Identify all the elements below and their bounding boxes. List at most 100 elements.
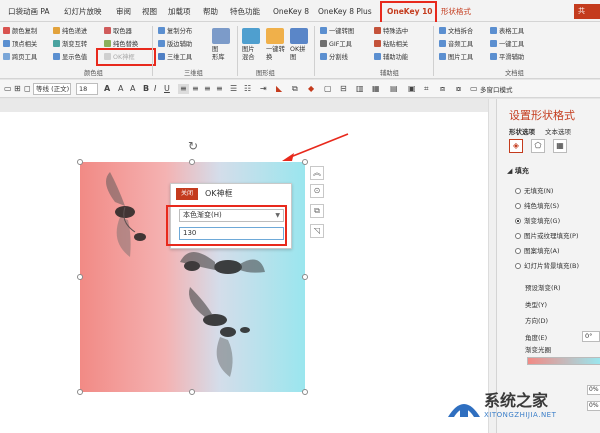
picture-icon[interactable]: ▤ [390, 84, 398, 94]
tab-shape-format[interactable]: 形状格式 [441, 5, 471, 19]
multi-window-mode-button[interactable]: 多窗口模式 [480, 84, 513, 94]
edge-assist-icon [158, 40, 165, 47]
resize-handle[interactable] [77, 274, 83, 280]
layout-icon[interactable]: ▭ [4, 84, 12, 94]
indent-icon[interactable]: ⇥ [260, 84, 267, 94]
font-grow-icon[interactable]: A [118, 84, 123, 94]
tab-text-options[interactable]: 文本选项 [545, 126, 571, 136]
underline-icon[interactable]: U [164, 84, 170, 94]
tab-slideshow[interactable]: 幻灯片放映 [64, 5, 102, 19]
solid-progress-button[interactable]: 纯色递进 [53, 26, 87, 37]
image-tools-button[interactable]: 图片工具 [439, 52, 473, 63]
resize-handle[interactable] [302, 274, 308, 280]
justify-icon[interactable]: ≡ [216, 84, 223, 94]
special-select-button[interactable]: 特殊选中 [374, 26, 408, 37]
numbering-icon[interactable]: ☷ [244, 84, 251, 94]
chart-icon[interactable]: ▥ [356, 84, 364, 94]
table-tools-button[interactable]: 表格工具 [490, 26, 524, 37]
size-properties-icon[interactable]: ▦ [553, 139, 567, 153]
window-icon[interactable]: ▭ [470, 84, 478, 94]
doc-split-merge-button[interactable]: 文档拆合 [439, 26, 473, 37]
shapes-icon[interactable]: ◻ [24, 84, 31, 94]
show-color-value-button[interactable]: 显示色值 [53, 52, 87, 63]
share-button[interactable]: 共 [574, 4, 600, 19]
resize-handle[interactable] [189, 389, 195, 395]
resize-handle[interactable] [77, 159, 83, 165]
audio-tools-button[interactable]: 音频工具 [439, 39, 473, 50]
order-icon[interactable]: ⧇ [456, 84, 461, 94]
radio-gradient-fill[interactable]: 渐变填充(G) [515, 215, 560, 225]
radio-solid-fill[interactable]: 纯色填充(S) [515, 200, 559, 210]
table-icon[interactable]: ⊟ [340, 84, 347, 94]
tab-featured[interactable]: 特色功能 [230, 5, 260, 19]
tab-addins[interactable]: 加载项 [168, 5, 191, 19]
image-blend-icon[interactable] [242, 28, 260, 44]
resize-handle[interactable] [77, 389, 83, 395]
layout-options-icon[interactable]: ⊙ [310, 184, 324, 198]
grid-icon[interactable]: ▦ [372, 84, 380, 94]
vertex-button[interactable]: 顶点相关 [3, 39, 37, 50]
shape-library-icon[interactable] [212, 28, 230, 44]
one-click-convert-icon[interactable] [266, 28, 284, 44]
tab-pocket-animation[interactable]: 口袋动画 PA [8, 5, 50, 19]
align-right-icon[interactable]: ≡ [204, 84, 211, 94]
italic-icon[interactable]: I [154, 84, 156, 94]
dialog-close-button[interactable]: 关闭 [176, 188, 198, 200]
tab-review[interactable]: 审阅 [116, 5, 131, 19]
font-family-select[interactable]: 等线 (正文) [33, 83, 71, 95]
tab-view[interactable]: 视图 [142, 5, 157, 19]
watermark-logo-icon [448, 404, 480, 417]
assist-functions-button[interactable]: 辅助功能 [374, 52, 408, 63]
tab-onekey8[interactable]: OneKey 8 [273, 5, 309, 19]
one-click-image-button[interactable]: 一键转图 [320, 26, 354, 37]
styles-icon[interactable]: ⧉ [310, 204, 324, 218]
edit-shape-icon[interactable]: ◹ [310, 224, 324, 238]
radio-no-fill[interactable]: 无填充(N) [515, 185, 553, 195]
copy-distribute-button[interactable]: 复制分布 [158, 26, 192, 37]
font-size-select[interactable]: 18 [76, 83, 98, 95]
font-color-icon[interactable]: A [104, 84, 110, 94]
align-left-icon[interactable]: ≡ [178, 84, 189, 94]
resize-handle[interactable] [302, 389, 308, 395]
align-icon[interactable]: ⊞ [14, 84, 21, 94]
copy-distribute-icon [158, 27, 165, 34]
radio-pattern-fill[interactable]: 图案填充(A) [515, 245, 560, 255]
group-label-doc: 文档组 [505, 70, 524, 77]
gradient-stops-bar[interactable] [527, 357, 600, 365]
fill-line-icon[interactable]: ◈ [509, 139, 523, 153]
radio-slide-bg-fill[interactable]: 幻灯片背景填充(B) [515, 260, 579, 270]
3d-tools-button[interactable]: 三维工具 [158, 52, 192, 63]
eyedropper-button[interactable]: 取色器 [104, 26, 132, 37]
rotate-handle-icon[interactable]: ↻ [188, 139, 198, 153]
resize-handle[interactable] [189, 159, 195, 165]
bullets-icon[interactable]: ☰ [230, 84, 237, 94]
edge-assist-button[interactable]: 版边辅助 [158, 39, 192, 50]
angle-input[interactable]: 0° [582, 331, 600, 342]
fill-section-header[interactable]: ◢ 填充 [507, 166, 529, 176]
line-color-icon[interactable]: ◣ [276, 84, 282, 94]
collapse-icon[interactable]: ︽ [310, 166, 324, 180]
shape-outline-icon[interactable]: ▢ [324, 84, 332, 94]
tab-onekey8-plus[interactable]: OneKey 8 Plus [318, 5, 372, 19]
align-center-icon[interactable]: ≡ [192, 84, 199, 94]
radio-picture-fill[interactable]: 图片或纹理填充(P) [515, 230, 579, 240]
gradient-swap-button[interactable]: 渐变互转 [53, 39, 87, 50]
font-shrink-icon[interactable]: A [130, 84, 135, 94]
one-click-tools-button[interactable]: 一键工具 [490, 39, 524, 50]
tab-help[interactable]: 帮助 [203, 5, 218, 19]
effects-icon[interactable]: ⬠ [531, 139, 545, 153]
layers-icon[interactable]: ⧈ [440, 84, 445, 94]
cross-page-button[interactable]: 跨页工具 [3, 52, 37, 63]
split-line-button[interactable]: 分割线 [320, 52, 348, 63]
shape-fill-icon[interactable]: ◆ [308, 84, 314, 94]
gif-tools-button[interactable]: GIF工具 [320, 39, 352, 50]
ok-puzzle-icon[interactable] [290, 28, 308, 44]
paste-related-button[interactable]: 粘贴相关 [374, 39, 408, 50]
tab-shape-options[interactable]: 形状选项 [509, 126, 535, 136]
bold-icon[interactable]: B [143, 84, 149, 94]
smooth-assist-button[interactable]: 平滑辅助 [490, 52, 524, 63]
crop-icon[interactable]: ⌗ [424, 84, 429, 94]
arrange-icon[interactable]: ⧉ [292, 84, 298, 94]
color-copy-button[interactable]: 颜色复制 [3, 26, 37, 37]
frame-icon[interactable]: ▣ [408, 84, 416, 94]
